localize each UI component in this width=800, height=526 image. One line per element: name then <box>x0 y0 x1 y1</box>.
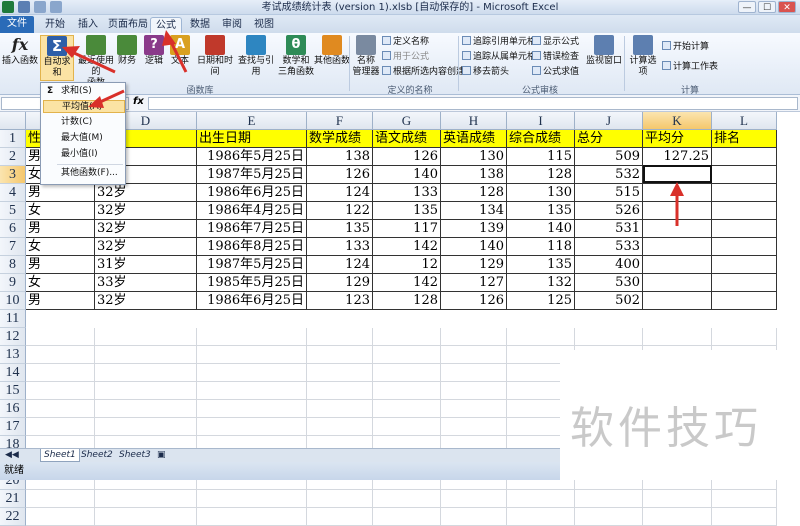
empty-cell[interactable] <box>26 490 95 508</box>
arrow-to-autosum <box>71 50 116 74</box>
empty-cell[interactable] <box>307 508 373 526</box>
empty-cell[interactable] <box>26 508 95 526</box>
row-header-21[interactable]: 21 <box>0 490 26 508</box>
empty-cell[interactable] <box>197 508 307 526</box>
empty-cell[interactable] <box>643 490 712 508</box>
annotation-arrows <box>62 30 684 226</box>
arrow-to-formulas-tab <box>168 39 188 73</box>
empty-cell[interactable] <box>575 508 643 526</box>
empty-cell[interactable] <box>441 490 507 508</box>
empty-cell[interactable] <box>643 508 712 526</box>
empty-cell[interactable] <box>307 490 373 508</box>
empty-cell[interactable] <box>197 490 307 508</box>
empty-cell[interactable] <box>575 490 643 508</box>
empty-cell[interactable] <box>507 508 575 526</box>
arrow-to-average <box>99 89 125 104</box>
empty-cell[interactable] <box>507 490 575 508</box>
empty-cell[interactable] <box>95 508 197 526</box>
row-header-22[interactable]: 22 <box>0 508 26 526</box>
empty-cell[interactable] <box>95 490 197 508</box>
empty-cell[interactable] <box>373 508 441 526</box>
empty-cell[interactable] <box>712 508 777 526</box>
empty-cell[interactable] <box>712 490 777 508</box>
empty-cell[interactable] <box>441 508 507 526</box>
empty-cell[interactable] <box>373 490 441 508</box>
